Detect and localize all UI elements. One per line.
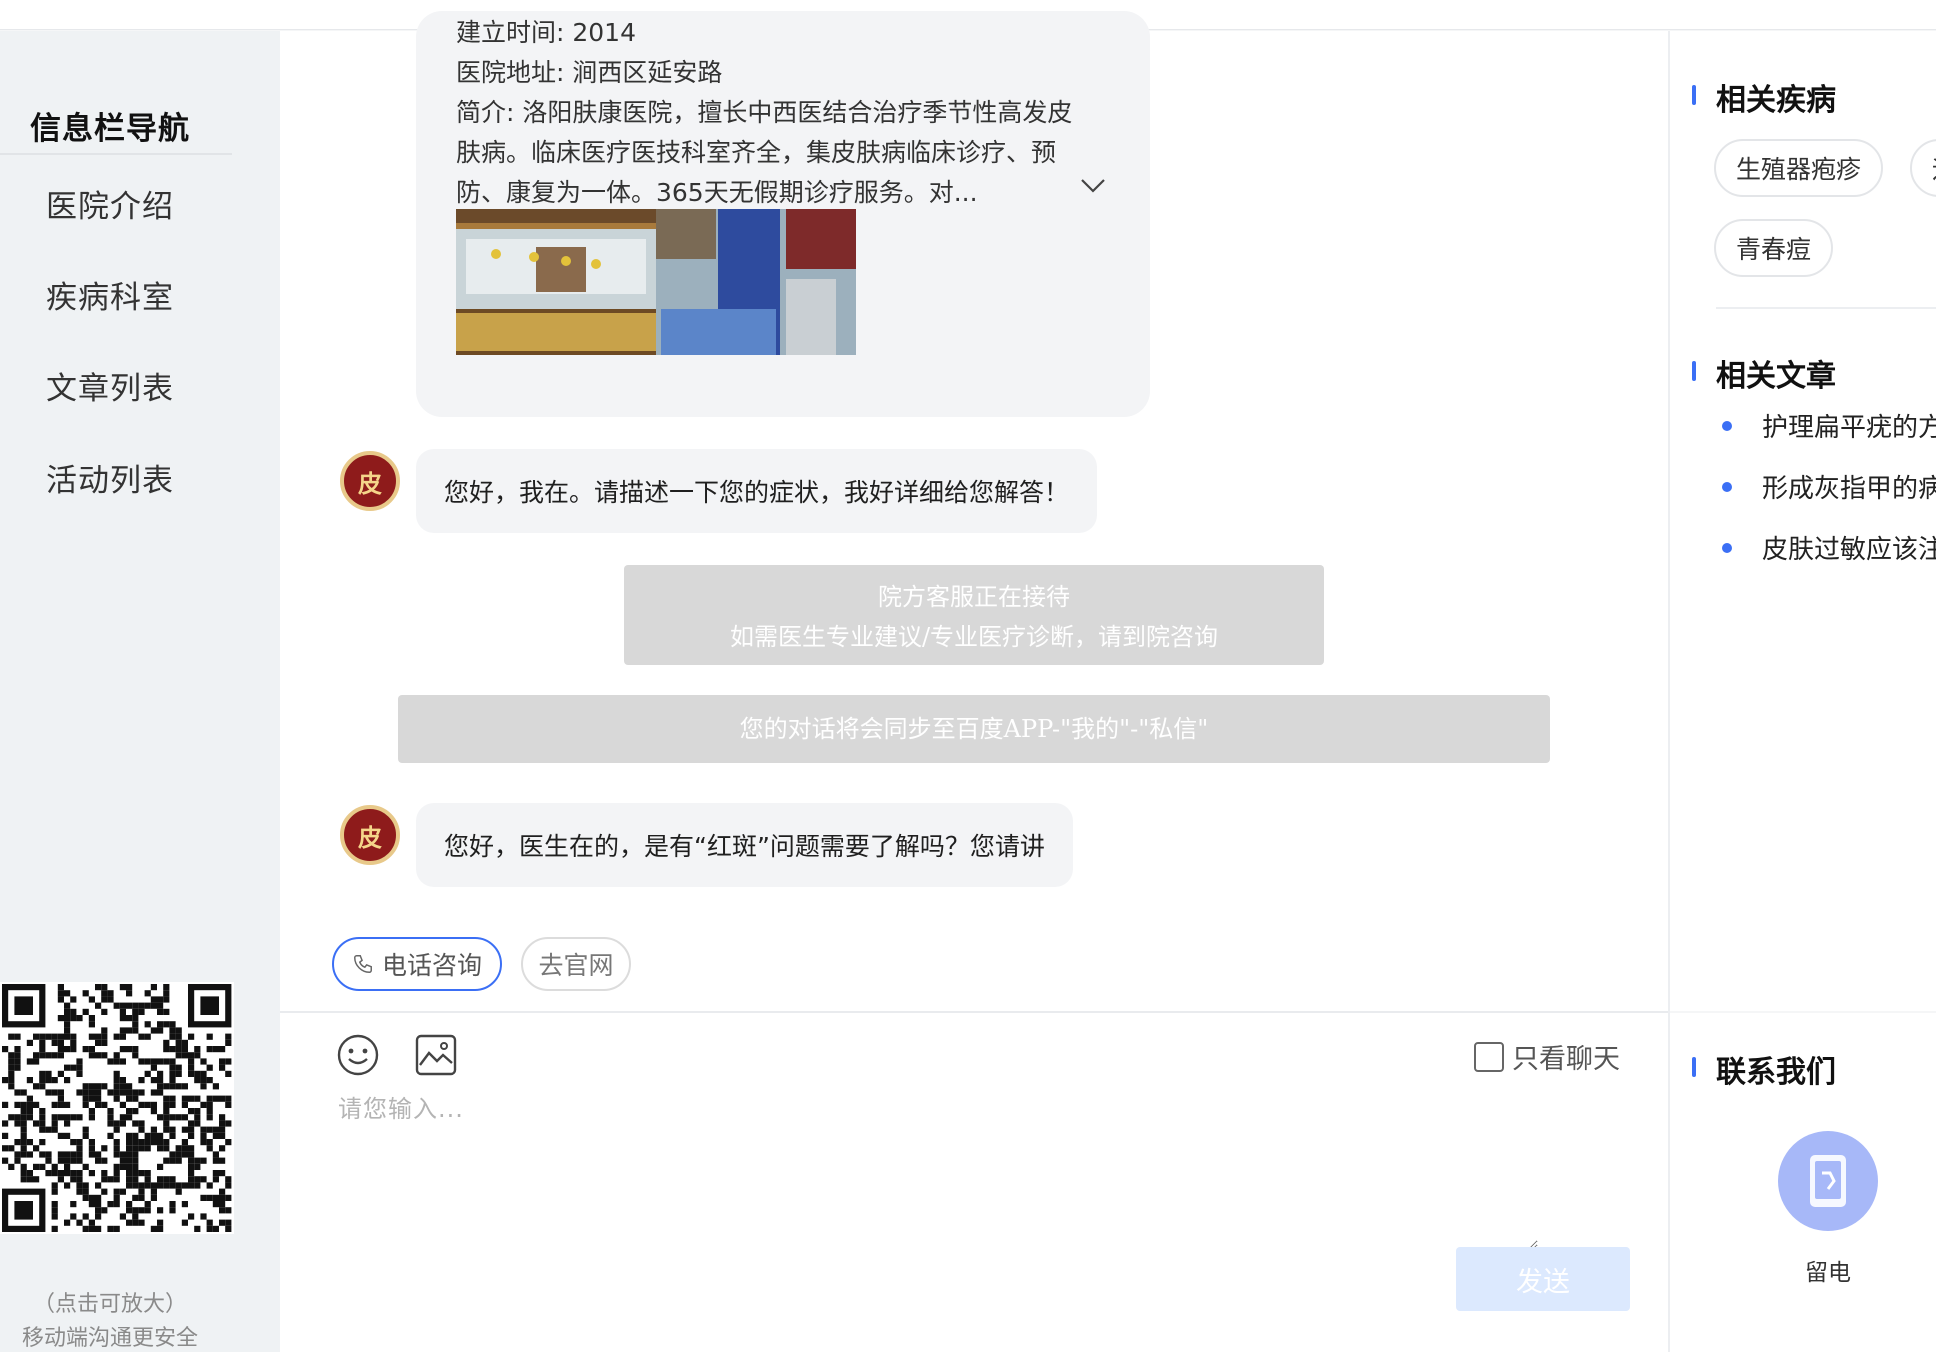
nav-item-activity-list[interactable]: 活动列表	[46, 455, 174, 500]
nav-divider	[0, 153, 232, 155]
only-chat-checkbox[interactable]	[1474, 1041, 1504, 1072]
nav-title: 信息栏导航	[30, 111, 190, 147]
contact-panel: 联系我们 留电	[1670, 1013, 1936, 1352]
sync-notice: 您的对话将会同步至百度APP-"我的"-"私信"	[398, 695, 1550, 763]
phone-consult-label: 电话咨询	[381, 951, 482, 980]
send-button[interactable]: 发送	[1456, 1247, 1630, 1311]
contact-us-title: 联系我们	[1692, 1047, 1836, 1091]
right-divider	[1716, 307, 1936, 309]
official-site-button[interactable]: 去官网	[521, 937, 631, 991]
disease-tag[interactable]: 生殖器疱疹	[1714, 139, 1884, 197]
article-link[interactable]: 皮肤过敏应该注	[1722, 529, 1936, 566]
hospital-card: 建立时间: 2014 医院地址: 涧西区延安路 简介: 洛阳肤康医院，擅长中西医…	[416, 11, 1150, 417]
service-notice-line-1: 院方客服正在接待	[878, 583, 1070, 611]
leave-phone-button[interactable]	[1778, 1131, 1878, 1231]
chat-area: 建立时间: 2014 医院地址: 涧西区延安路 简介: 洛阳肤康医院，擅长中西医…	[280, 11, 1668, 1011]
article-link[interactable]: 护理扁平疣的方	[1722, 407, 1936, 444]
disease-tag[interactable]: 青春痘	[1714, 219, 1834, 277]
disease-tag[interactable]: 运	[1910, 139, 1936, 197]
nav-item-disease-dept[interactable]: 疾病科室	[46, 272, 174, 317]
phone-consult-button[interactable]: 电话咨询	[332, 937, 502, 991]
doctor-message-1: 您好，我在。请描述一下您的症状，我好详细给您解答！	[416, 449, 1098, 533]
only-chat-toggle[interactable]: 只看聊天	[1474, 1037, 1620, 1076]
qr-enlarge-hint: （点击可放大）	[32, 1292, 187, 1317]
article-link[interactable]: 形成灰指甲的病	[1722, 468, 1936, 505]
nav-item-article-list[interactable]: 文章列表	[46, 363, 174, 408]
qr-code[interactable]	[0, 982, 234, 1234]
emoji-icon[interactable]	[336, 1033, 380, 1077]
mobile-phone-icon	[1810, 1155, 1846, 1207]
hospital-founded: 建立时间: 2014	[456, 18, 636, 47]
related-diseases-title: 相关疾病	[1692, 75, 1836, 119]
only-chat-label: 只看聊天	[1512, 1044, 1620, 1075]
chevron-down-icon[interactable]	[1080, 177, 1106, 195]
input-area: 只看聊天 发送	[280, 1011, 1668, 1352]
service-notice-line-2: 如需医生专业建议/专业医疗诊断，请到院咨询	[729, 623, 1219, 651]
hospital-address: 医院地址: 涧西区延安路	[456, 58, 723, 87]
right-panel: 相关疾病 生殖器疱疹 运 青春痘 相关文章 护理扁平疣的方 形成灰指甲的病 皮肤…	[1670, 31, 1936, 1011]
hospital-intro: 简介: 洛阳肤康医院，擅长中西医结合治疗季节性高发皮肤病。临床医疗医技科室齐全，…	[456, 98, 1073, 207]
related-articles-title: 相关文章	[1692, 351, 1836, 395]
phone-icon	[354, 955, 372, 973]
doctor-avatar: 皮	[340, 451, 400, 511]
nav-item-hospital-intro[interactable]: 医院介绍	[46, 181, 174, 226]
hospital-photo[interactable]	[456, 209, 856, 355]
qr-mobile-hint: 移动端沟通更安全	[21, 1326, 198, 1351]
page: 信息栏导航 医院介绍 疾病科室 文章列表 活动列表 （点击可放大） 移动端沟通更…	[0, 0, 1936, 1352]
image-icon[interactable]	[414, 1033, 458, 1077]
qr-code-image	[2, 984, 232, 1232]
leave-phone-label: 留电	[1805, 1260, 1851, 1286]
hospital-info: 医院地址: 涧西区延安路 简介: 洛阳肤康医院，擅长中西医结合治疗季节性高发皮肤…	[456, 53, 1096, 213]
doctor-message-2-text: 您好，医生在的，是有“红斑”问题需要了解吗？您请讲	[444, 832, 1045, 861]
message-input[interactable]	[338, 1089, 1538, 1249]
official-site-label: 去官网	[538, 951, 614, 980]
doctor-message-2: 您好，医生在的，是有“红斑”问题需要了解吗？您请讲	[416, 803, 1073, 887]
doctor-message-1-text: 您好，我在。请描述一下您的症状，我好详细给您解答！	[444, 478, 1070, 507]
service-notice: 院方客服正在接待 如需医生专业建议/专业医疗诊断，请到院咨询	[624, 565, 1324, 665]
doctor-avatar: 皮	[340, 805, 400, 865]
